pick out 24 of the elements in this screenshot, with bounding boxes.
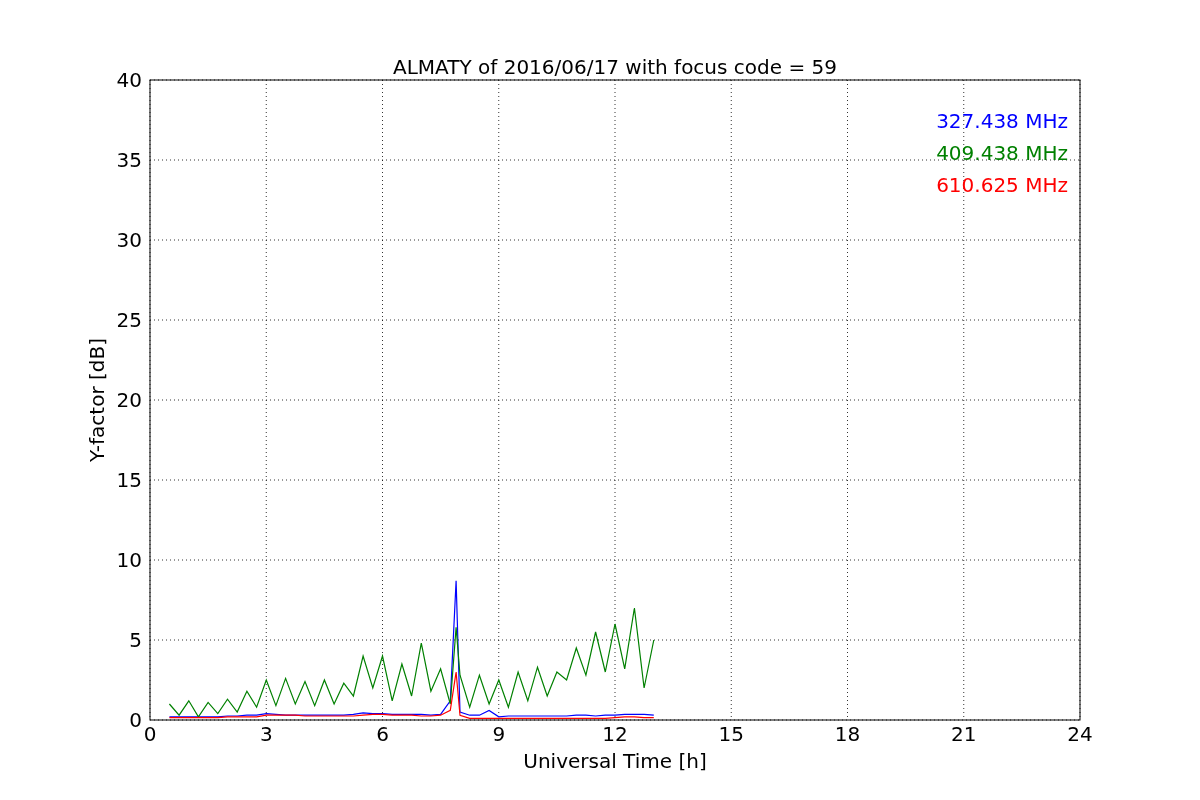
tick-label: 30 <box>116 228 142 252</box>
tick-label: 6 <box>376 722 389 746</box>
tick-label: 10 <box>116 548 142 572</box>
tick-label: 21 <box>951 722 977 746</box>
tick-label: 20 <box>116 388 142 412</box>
tick-label: 24 <box>1067 722 1093 746</box>
chart-title: ALMATY of 2016/06/17 with focus code = 59 <box>393 55 837 79</box>
axis-label: Universal Time [h] <box>523 749 707 773</box>
legend-label: 327.438 MHz <box>936 109 1068 133</box>
axis-label: Y-factor [dB] <box>85 338 109 462</box>
tick-label: 0 <box>129 708 142 732</box>
tick-label: 35 <box>116 148 142 172</box>
tick-label: 18 <box>834 722 861 746</box>
tick-label: 5 <box>129 628 142 652</box>
tick-label: 15 <box>718 722 744 746</box>
tick-label: 0 <box>143 722 157 746</box>
tick-label: 40 <box>116 68 142 92</box>
legend-label: 409.438 MHz <box>936 141 1068 165</box>
tick-label: 9 <box>492 722 506 746</box>
tick-label: 12 <box>602 722 628 746</box>
legend-label: 610.625 MHz <box>936 173 1068 197</box>
tick-label: 25 <box>116 308 142 332</box>
tick-label: 3 <box>259 722 273 746</box>
tick-label: 15 <box>116 468 142 492</box>
